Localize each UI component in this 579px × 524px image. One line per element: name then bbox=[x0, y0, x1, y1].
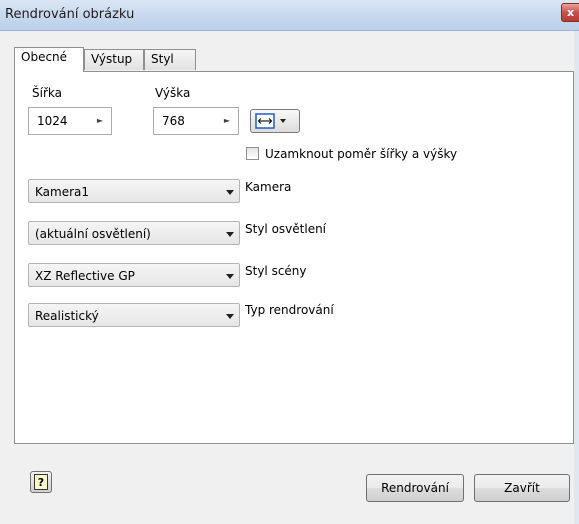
horizontal-arrows-icon bbox=[255, 113, 286, 129]
tab-label: Výstup bbox=[91, 52, 133, 66]
scene-style-value: XZ Reflective GP bbox=[35, 269, 135, 283]
height-input[interactable]: 768 ► bbox=[153, 107, 239, 135]
camera-label: Kamera bbox=[245, 180, 292, 194]
lighting-style-label: Styl osvětlení bbox=[245, 222, 327, 236]
height-value: 768 bbox=[162, 114, 185, 128]
title-bar: Rendrování obrázku x bbox=[0, 0, 579, 31]
lock-ratio-label: Uzamknout poměr šířky a výšky bbox=[265, 147, 458, 161]
scene-style-label: Styl scény bbox=[245, 264, 307, 278]
dropdown-arrow-icon bbox=[226, 274, 234, 279]
help-button[interactable]: ? bbox=[30, 471, 52, 493]
tab-styl[interactable]: Styl bbox=[144, 49, 196, 70]
close-icon: x bbox=[567, 6, 575, 19]
spin-right-arrow-icon[interactable]: ► bbox=[220, 114, 234, 128]
close-button-label: Zavřít bbox=[504, 481, 540, 495]
help-icon: ? bbox=[34, 474, 48, 490]
close-window-button[interactable]: x bbox=[561, 3, 579, 22]
render-button-label: Rendrování bbox=[381, 481, 449, 495]
lighting-style-select[interactable]: (aktuální osvětlení) bbox=[28, 221, 240, 245]
dropdown-arrow-icon bbox=[226, 232, 234, 237]
camera-select[interactable]: Kamera1 bbox=[28, 179, 240, 203]
render-button[interactable]: Rendrování bbox=[366, 474, 464, 502]
tab-label: Obecné bbox=[21, 50, 68, 64]
render-type-label: Typ rendrování bbox=[245, 303, 334, 317]
render-type-select[interactable]: Realistický bbox=[28, 303, 240, 327]
width-value: 1024 bbox=[37, 114, 68, 128]
scene-style-select[interactable]: XZ Reflective GP bbox=[28, 263, 240, 287]
dropdown-arrow-icon bbox=[226, 314, 234, 319]
spin-right-arrow-icon[interactable]: ► bbox=[93, 114, 107, 128]
height-label: Výška bbox=[155, 86, 191, 100]
camera-value: Kamera1 bbox=[35, 185, 90, 199]
width-label: Šířka bbox=[32, 86, 62, 100]
render-type-value: Realistický bbox=[35, 309, 99, 323]
close-button[interactable]: Zavřít bbox=[474, 474, 570, 502]
lighting-style-value: (aktuální osvětlení) bbox=[35, 227, 151, 241]
window-title: Rendrování obrázku bbox=[5, 7, 135, 22]
width-input[interactable]: 1024 ► bbox=[28, 107, 112, 135]
window-edge bbox=[574, 31, 579, 524]
svg-text:?: ? bbox=[38, 476, 44, 489]
tab-vystup[interactable]: Výstup bbox=[84, 49, 144, 70]
tab-label: Styl bbox=[151, 52, 174, 66]
tab-obecne[interactable]: Obecné bbox=[14, 47, 84, 72]
lock-ratio-checkbox[interactable] bbox=[246, 147, 259, 160]
dropdown-arrow-icon bbox=[226, 190, 234, 195]
size-mode-button[interactable] bbox=[250, 109, 300, 133]
